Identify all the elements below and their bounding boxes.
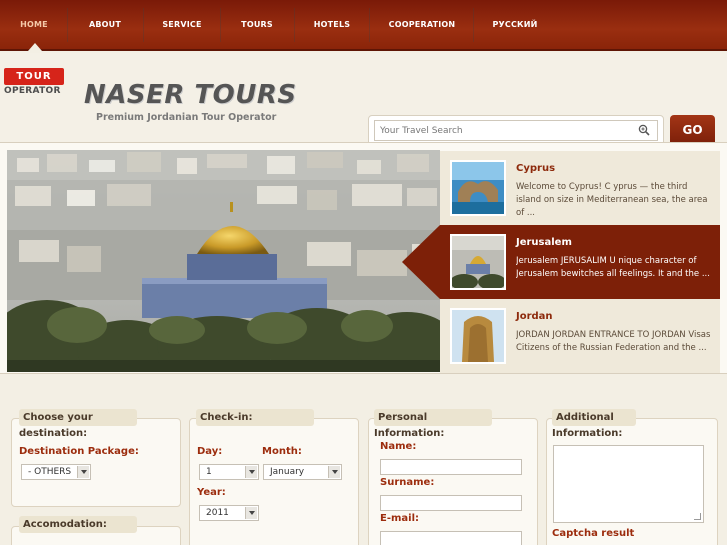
additional-heading-cont: Information: — [552, 428, 623, 439]
slider-item-desc: JORDAN JORDAN ENTRANCE TO JORDAN Visas C… — [516, 330, 711, 353]
slider-item-title[interactable]: Jerusalem — [516, 237, 572, 248]
slider-item-jordan[interactable]: Jordan JORDAN JORDAN ENTRANCE TO JORDAN … — [440, 299, 720, 373]
year-select[interactable]: 2011 — [199, 505, 259, 521]
chevron-down-icon — [77, 466, 89, 478]
destination-package-select[interactable]: - OTHERS — [21, 464, 91, 480]
select-value: 2011 — [206, 508, 229, 518]
hero-image[interactable] — [7, 150, 440, 372]
slider-item-title[interactable]: Cyprus — [516, 163, 555, 174]
resize-handle-icon[interactable] — [694, 513, 701, 520]
surname-label: Surname: — [380, 477, 435, 488]
operator-label: OPERATOR — [4, 86, 61, 96]
slider-item-cyprus[interactable]: Cyprus Welcome to Cyprus! C yprus — the … — [440, 151, 720, 225]
select-value: 1 — [206, 467, 212, 477]
nav-about[interactable]: ABOUT — [80, 0, 130, 51]
nav-divider — [67, 8, 68, 42]
month-select[interactable]: January — [263, 464, 342, 480]
nav-hotels[interactable]: HOTELS — [306, 0, 358, 51]
top-navigation: HOME ABOUT SERVICE TOURS HOTELS COOPERAT… — [0, 0, 727, 51]
tour-badge: TOUR — [4, 68, 64, 85]
checkin-box — [189, 418, 359, 545]
additional-heading: Additional — [552, 409, 636, 426]
slider-item-desc: Welcome to Cyprus! C yprus — the third i… — [516, 182, 708, 215]
nav-service[interactable]: SERVICE — [154, 0, 210, 51]
slider-item-title[interactable]: Jordan — [516, 311, 553, 322]
month-label: Month: — [262, 446, 302, 457]
day-select[interactable]: 1 — [199, 464, 259, 480]
jordan-thumbnail — [450, 308, 506, 364]
destination-heading-cont: destination: — [19, 428, 88, 439]
personal-heading-cont: Information: — [374, 428, 445, 439]
chevron-down-icon — [245, 466, 257, 478]
name-label: Name: — [380, 441, 417, 452]
destination-package-label: Destination Package: — [19, 446, 139, 457]
go-button[interactable]: GO — [670, 115, 715, 145]
slider-item-jerusalem[interactable]: Jerusalem Jerusalem JERUSALIM U nique ch… — [440, 225, 720, 299]
jerusalem-thumbnail — [450, 234, 506, 290]
nav-cooperation[interactable]: COOPERATION — [382, 0, 462, 51]
year-label: Year: — [197, 487, 226, 498]
surname-field[interactable] — [380, 495, 522, 511]
day-label: Day: — [197, 446, 223, 457]
nav-divider — [473, 8, 474, 42]
nav-divider — [369, 8, 370, 42]
site-tagline: Premium Jordanian Tour Operator — [96, 112, 277, 123]
select-value: January — [270, 467, 305, 477]
site-logo-title[interactable]: NASER TOURS — [84, 80, 297, 110]
nav-divider — [143, 8, 144, 42]
destination-heading: Choose your — [19, 409, 137, 426]
nav-russian[interactable]: РУССКИЙ — [485, 0, 545, 51]
accommodation-heading: Accomodation: — [19, 516, 137, 533]
select-value: - OTHERS — [28, 467, 72, 477]
search-input[interactable] — [374, 120, 658, 141]
nav-divider — [220, 8, 221, 42]
jerusalem-photo — [7, 150, 440, 372]
nav-tours[interactable]: TOURS — [232, 0, 282, 51]
email-field[interactable] — [380, 531, 522, 545]
checkin-heading: Check-in: — [196, 409, 314, 426]
captcha-label: Captcha result — [552, 528, 635, 539]
chevron-down-icon — [245, 507, 257, 519]
name-field[interactable] — [380, 459, 522, 475]
active-indicator — [28, 43, 42, 51]
personal-heading: Personal — [374, 409, 492, 426]
cyprus-thumbnail — [450, 160, 506, 216]
email-label: E-mail: — [380, 513, 420, 524]
nav-divider — [294, 8, 295, 42]
active-slide-arrow — [402, 225, 440, 299]
slider-item-desc: Jerusalem JERUSALIM U nique character of… — [516, 256, 710, 279]
chevron-down-icon — [328, 466, 340, 478]
additional-info-textarea[interactable] — [553, 445, 704, 523]
search-icon[interactable] — [638, 124, 650, 136]
